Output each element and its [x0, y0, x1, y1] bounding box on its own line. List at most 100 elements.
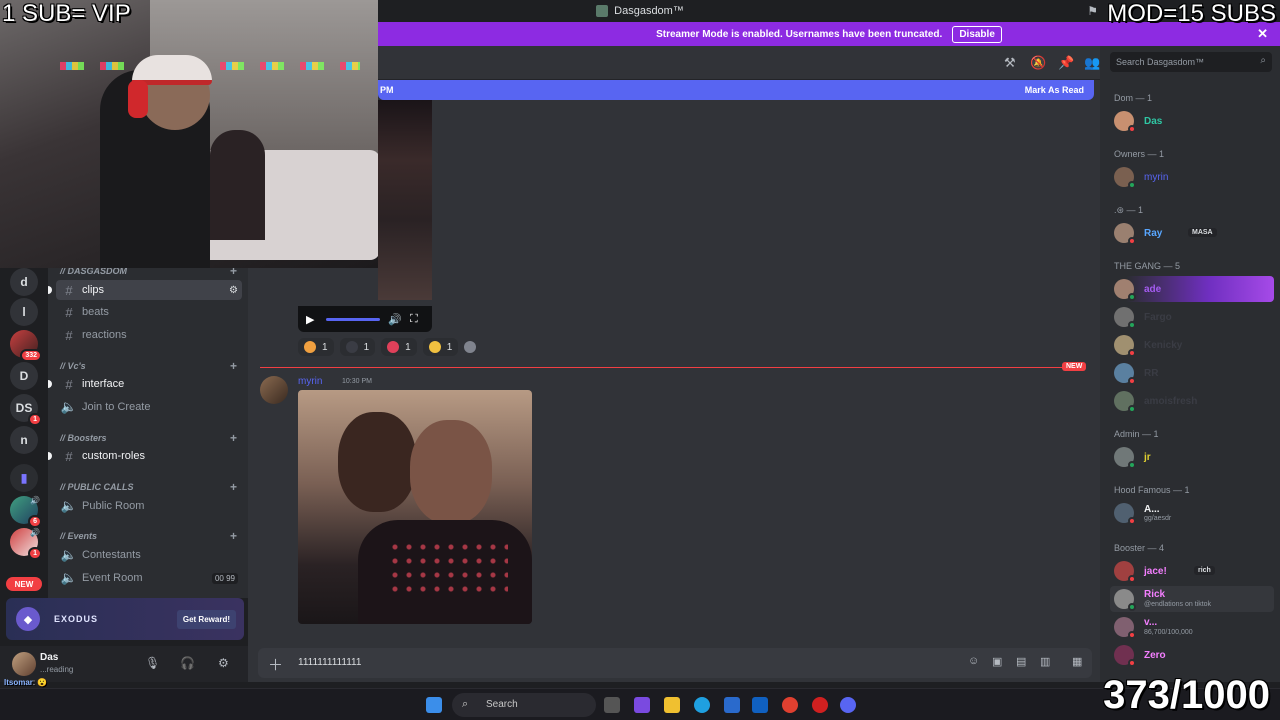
app-icon[interactable]	[634, 697, 650, 713]
channel-join-to-create[interactable]: 🔈 Join to Create	[56, 397, 242, 417]
category-header[interactable]: // Vc's +	[60, 359, 237, 373]
member-item[interactable]: v... 86,700/100,000	[1110, 614, 1274, 640]
file-explorer-icon[interactable]	[664, 697, 680, 713]
volume-icon[interactable]: 🔊	[388, 313, 402, 326]
member-item[interactable]: jr	[1110, 444, 1274, 470]
notification-bell-icon[interactable]: 🔕	[1030, 55, 1046, 71]
image-attachment[interactable]	[298, 390, 532, 624]
member-item[interactable]: A... gg/aesdr	[1110, 500, 1274, 526]
sticker-icon[interactable]: ▤	[1016, 655, 1026, 668]
member-item[interactable]: Zero	[1110, 642, 1274, 668]
new-badge[interactable]: NEW	[6, 577, 42, 591]
close-icon[interactable]: ✕	[1257, 26, 1268, 42]
server-icon[interactable]: D	[10, 362, 38, 390]
chrome-icon[interactable]	[782, 697, 798, 713]
add-channel-icon[interactable]: +	[230, 480, 237, 494]
mark-as-read-button[interactable]: Mark As Read	[1025, 85, 1084, 95]
outlook-icon[interactable]	[752, 697, 768, 713]
member-item[interactable]: amoisfresh	[1110, 388, 1274, 414]
add-channel-icon[interactable]: +	[230, 431, 237, 445]
settings-icon[interactable]: ⚙	[229, 285, 238, 296]
member-item[interactable]: jace! rich	[1110, 558, 1274, 584]
server-icon[interactable]: DS 1	[10, 394, 42, 426]
emoji-icon	[345, 341, 358, 353]
reaction[interactable]: 1	[422, 338, 459, 356]
member-list-icon[interactable]: 👥	[1084, 55, 1100, 71]
video-attachment[interactable]	[378, 100, 432, 300]
member-item[interactable]: Ray MASA	[1110, 220, 1274, 246]
reaction[interactable]: 1	[298, 338, 334, 356]
image-icon[interactable]: ▥	[1040, 655, 1050, 668]
sub-vip-overlay: 1 SUB= VIP	[2, 0, 131, 27]
promo-banner[interactable]: ◆ EXODUS Get Reward!	[6, 598, 244, 640]
voice-channel-icon: 🔈	[60, 399, 78, 414]
reaction[interactable]: 1	[381, 338, 417, 356]
server-icon[interactable]: 332	[10, 330, 42, 362]
server-icon[interactable]: 🔊 6	[10, 496, 42, 528]
member-item[interactable]: myrin	[1110, 164, 1274, 190]
channel-beats[interactable]: # beats	[56, 302, 242, 322]
video-progress[interactable]	[326, 318, 380, 321]
obs-icon[interactable]	[812, 697, 828, 713]
disable-streamer-button[interactable]: Disable	[952, 25, 1002, 43]
channel-event-room[interactable]: 🔈 Event Room 00 99	[56, 568, 242, 588]
channel-contestants[interactable]: 🔈 Contestants	[56, 545, 242, 565]
task-view-icon[interactable]	[604, 697, 620, 713]
fullscreen-icon[interactable]: ⛶	[410, 313, 418, 326]
message-author[interactable]: myrin	[298, 376, 322, 387]
category-header[interactable]: // Boosters +	[60, 431, 237, 445]
search-input[interactable]: Search Dasgasdom™ ⌕	[1110, 52, 1272, 72]
username[interactable]: Das	[40, 652, 58, 663]
member-item[interactable]: Kenicky	[1110, 332, 1274, 358]
server-icon[interactable]: d	[10, 268, 38, 296]
gift-icon[interactable]: ☺	[968, 655, 979, 667]
threads-icon[interactable]: ⚒	[1004, 55, 1016, 71]
category-header[interactable]: // PUBLIC CALLS +	[60, 480, 237, 494]
member-item[interactable]: Das	[1110, 108, 1274, 134]
role-header: Dom — 1	[1114, 93, 1153, 103]
gif-icon[interactable]: ▣	[992, 655, 1002, 668]
avatar[interactable]	[260, 376, 288, 404]
channel-interface[interactable]: # interface	[48, 374, 242, 394]
avatar[interactable]	[12, 652, 36, 676]
taskbar-search[interactable]: ⌕ Search	[452, 693, 596, 717]
message-composer[interactable]: ＋ 1111111111111 ☺ ▣ ▤ ▥ ▦	[258, 648, 1092, 678]
unread-time: PM	[380, 85, 394, 95]
server-icon[interactable]: n	[10, 426, 38, 454]
edge-icon[interactable]	[694, 697, 710, 713]
pin-icon[interactable]: 📌	[1058, 55, 1074, 71]
stream-chat-line: Itsomar: 😮	[4, 678, 48, 687]
discord-icon[interactable]	[840, 697, 856, 713]
member-item[interactable]: Rick @endlations on tiktok	[1110, 586, 1274, 612]
channel-clips[interactable]: # clips ⚙	[48, 280, 242, 300]
add-reaction-icon[interactable]	[464, 341, 477, 353]
member-item[interactable]: ade	[1110, 276, 1274, 302]
text-channel-icon: #	[65, 448, 73, 464]
member-item[interactable]: RR	[1110, 360, 1274, 386]
channel-custom-roles[interactable]: # custom-roles	[48, 446, 242, 466]
add-channel-icon[interactable]: +	[230, 359, 237, 373]
unread-bar[interactable]: PM Mark As Read	[378, 80, 1094, 100]
folder-icon[interactable]: ▮	[10, 464, 38, 492]
new-messages-divider	[260, 367, 1082, 368]
get-reward-button[interactable]: Get Reward!	[176, 609, 236, 629]
microphone-icon[interactable]: 🎙	[145, 656, 160, 670]
windows-start-icon[interactable]	[426, 697, 442, 713]
server-icon[interactable]: l	[10, 298, 38, 326]
member-item[interactable]: Fargo	[1110, 304, 1274, 330]
headphones-icon[interactable]: 🎧	[180, 656, 195, 670]
channel-public-room[interactable]: 🔈 Public Room	[56, 496, 242, 516]
reaction[interactable]: 1	[339, 338, 376, 356]
channel-reactions[interactable]: # reactions	[56, 325, 242, 345]
store-icon[interactable]	[724, 697, 740, 713]
attach-plus-icon[interactable]: ＋	[268, 654, 283, 675]
voice-channel-icon: 🔈	[60, 498, 78, 513]
server-icon[interactable]: 🔊 1	[10, 528, 42, 560]
inbox-icon[interactable]: ⚑	[1087, 4, 1098, 18]
composer-text[interactable]: 1111111111111	[298, 657, 361, 668]
play-icon[interactable]: ▶	[306, 313, 314, 326]
settings-icon[interactable]: ⚙	[218, 656, 229, 670]
category-header[interactable]: // Events +	[60, 529, 237, 543]
apps-icon[interactable]: ▦	[1072, 655, 1082, 668]
add-channel-icon[interactable]: +	[230, 529, 237, 543]
